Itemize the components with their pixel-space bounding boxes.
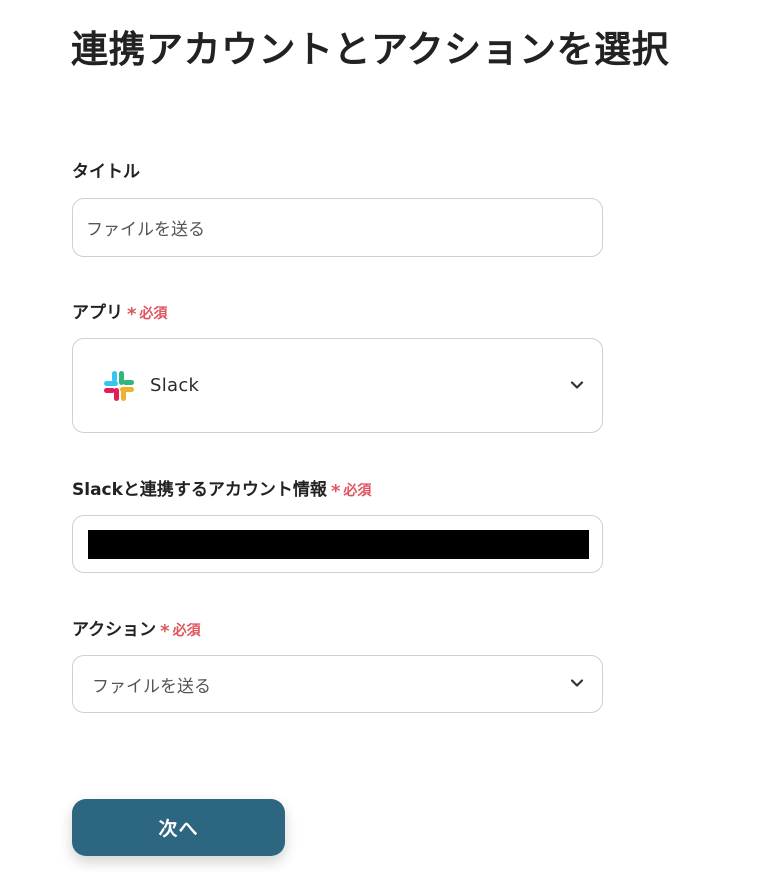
chevron-down-icon [570, 679, 584, 687]
page-title: 連携アカウントとアクションを選択 [71, 28, 670, 71]
required-star: * [127, 304, 137, 325]
action-label-text: アクション [72, 620, 157, 640]
next-button[interactable]: 次へ [72, 799, 285, 856]
app-field-label: アプリ * 必須 [72, 301, 167, 327]
required-indicator: * 必須 [160, 618, 200, 644]
slack-logo-icon [104, 371, 134, 401]
action-field-label: アクション * 必須 [72, 618, 201, 644]
required-star: * [160, 621, 170, 642]
title-field-label: タイトル [72, 160, 140, 184]
required-star: * [330, 481, 341, 502]
required-text: 必須 [172, 623, 201, 639]
required-indicator: * 必須 [331, 478, 371, 504]
app-select-value: Slack [150, 375, 200, 396]
redacted-account-value [88, 530, 589, 559]
app-select[interactable]: Slack [72, 338, 603, 433]
account-field-label: Slackと連携するアカウント情報 * 必須 [72, 478, 371, 504]
title-input-value: ファイルを送る [86, 220, 205, 240]
account-select[interactable] [72, 515, 603, 573]
action-select-value: ファイルを送る [92, 676, 211, 697]
app-label-text: アプリ [72, 303, 123, 323]
title-input[interactable]: ファイルを送る [72, 198, 603, 257]
required-indicator: * 必須 [127, 301, 167, 327]
required-text: 必須 [139, 306, 168, 322]
chevron-down-icon [570, 380, 584, 389]
account-label-text: Slackと連携するアカウント情報 [72, 480, 327, 500]
action-select[interactable]: ファイルを送る [72, 655, 603, 713]
required-text: 必須 [343, 483, 372, 499]
title-label-text: タイトル [72, 162, 140, 182]
